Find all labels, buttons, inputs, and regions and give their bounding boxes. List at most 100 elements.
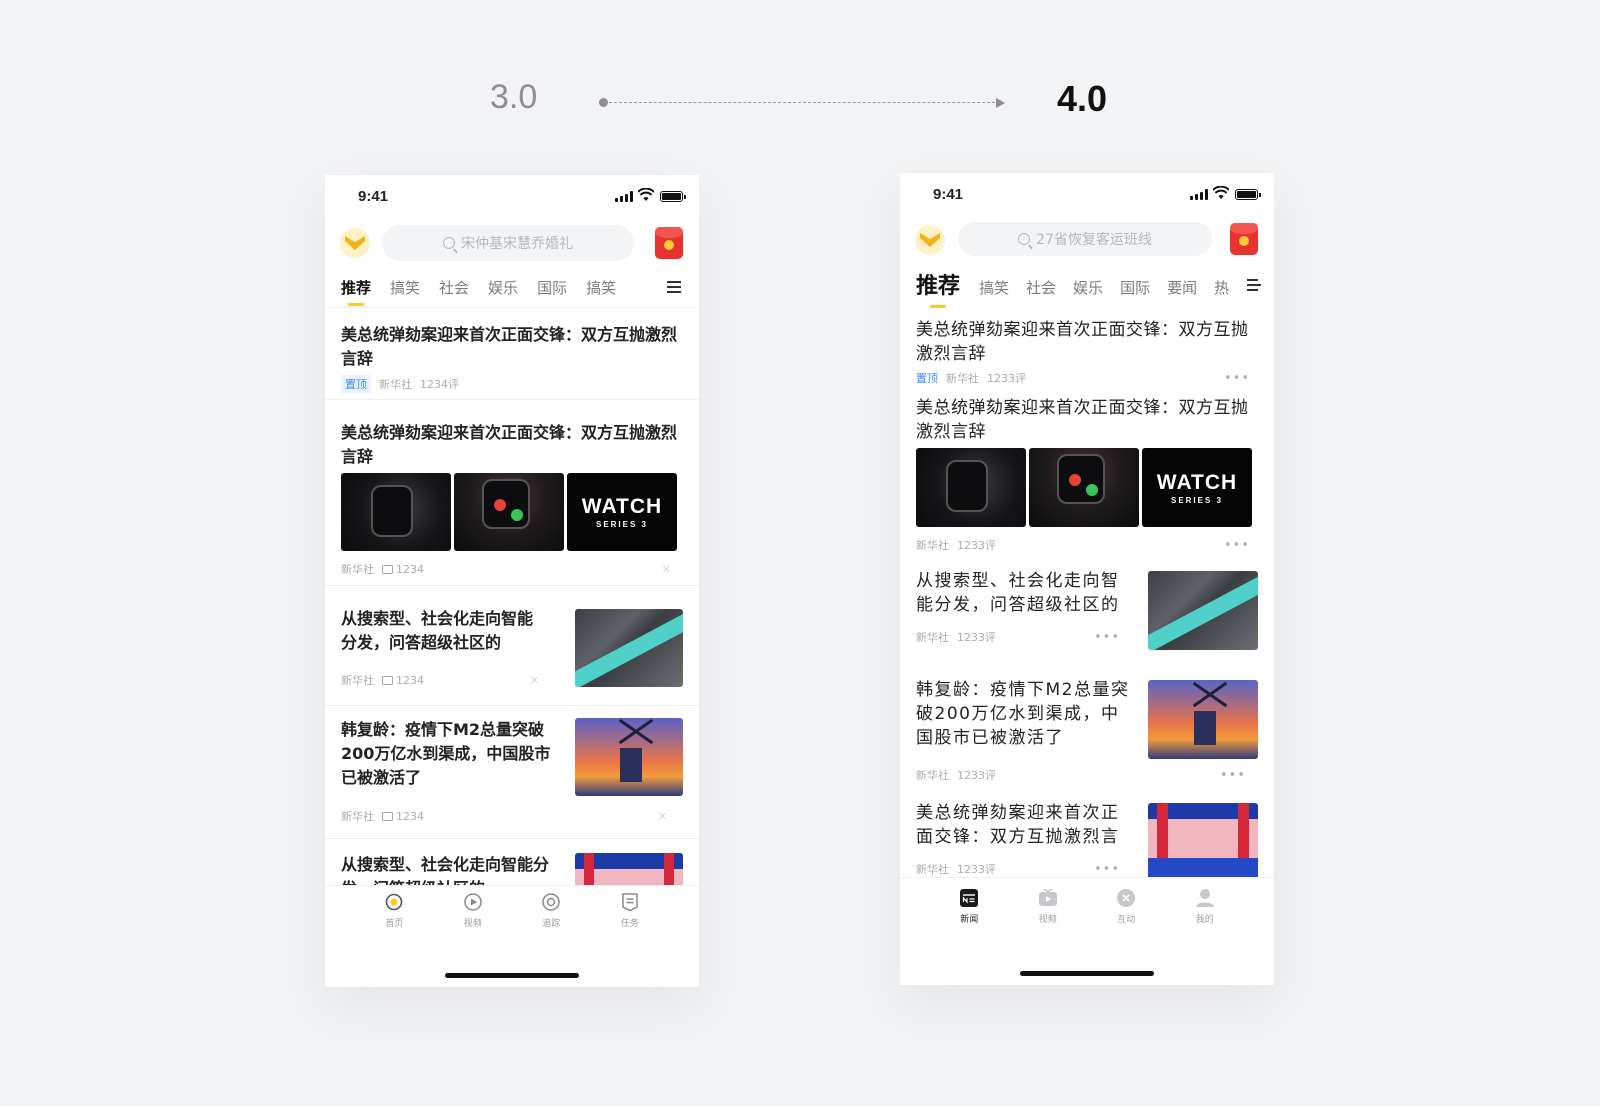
watch-image-2 bbox=[1029, 448, 1139, 527]
close-icon[interactable]: ✕ bbox=[662, 563, 671, 576]
tabbar-video[interactable]: 视频 bbox=[1038, 888, 1058, 925]
status-bar: 9:41 bbox=[900, 173, 1274, 217]
tabbar-divider bbox=[325, 885, 699, 886]
item-divider bbox=[325, 838, 699, 839]
article-title: 美总统弹劾案迎来首次正面交锋：双方互抛激烈言辞 bbox=[916, 320, 1249, 364]
tab-international[interactable]: 国际 bbox=[1120, 277, 1150, 298]
watch-image-1 bbox=[916, 448, 1026, 527]
gate-image bbox=[1148, 803, 1258, 877]
tab-recommend[interactable]: 推荐 bbox=[341, 277, 371, 298]
list-item[interactable]: 从搜索型、社会化走向智能分发，问答超级社区的 bbox=[341, 853, 683, 885]
search-placeholder: 27省恢复客运班线 bbox=[1036, 232, 1152, 248]
list-item[interactable]: 韩复龄：疫情下M2总量突破200万亿水到渠成，中国股市已被激活了 新华社 123… bbox=[916, 678, 1258, 783]
watch-brand: WATCH bbox=[581, 495, 663, 518]
search-icon bbox=[443, 237, 455, 249]
pinned-badge: 置顶 bbox=[341, 375, 371, 393]
list-item[interactable]: 从搜索型、社会化走向智能分发，问答超级社区的 新华社 1233评 ••• bbox=[916, 569, 1258, 650]
article-title: 韩复龄：疫情下M2总量突破200万亿水到渠成，中国股市已被激活了 bbox=[341, 720, 551, 787]
app-logo-icon[interactable] bbox=[915, 225, 945, 255]
watch-brand: WATCH bbox=[1156, 470, 1238, 494]
tabbar-divider bbox=[900, 877, 1274, 878]
close-icon[interactable]: ✕ bbox=[658, 810, 667, 823]
tab-funny[interactable]: 搞笑 bbox=[390, 277, 420, 298]
channel-tabs: 推荐 搞笑 社会 娱乐 国际 要闻 热 bbox=[916, 268, 1229, 300]
tab-entertainment[interactable]: 娱乐 bbox=[1073, 277, 1103, 298]
tabbar-task[interactable]: 任务 bbox=[620, 892, 640, 929]
watch-image-1 bbox=[341, 473, 451, 551]
tab-hot[interactable]: 热 bbox=[1214, 277, 1229, 298]
list-item[interactable]: 美总统弹劾案迎来首次正面交锋：双方互抛激烈言辞 WATCH SERIES 3 新… bbox=[916, 396, 1258, 553]
watch-image-3: WATCH SERIES 3 bbox=[1142, 448, 1252, 527]
tab-international[interactable]: 国际 bbox=[537, 277, 567, 298]
list-item[interactable]: 韩复龄：疫情下M2总量突破200万亿水到渠成，中国股市已被激活了 新华社 123… bbox=[341, 718, 683, 823]
more-icon[interactable]: ••• bbox=[1220, 768, 1246, 783]
article-title: 从搜索型、社会化走向智能分发，问答超级社区的 bbox=[341, 609, 534, 652]
phone-new: 9:41 27省恢复客运班线 推荐 搞笑 社会 娱乐 国际 要闻 热 美总统弹劾… bbox=[900, 173, 1274, 985]
list-item[interactable]: 从搜索型、社会化走向智能分发，问答超级社区的 新华社 1234 ✕ bbox=[341, 607, 683, 687]
tab-society[interactable]: 社会 bbox=[1026, 277, 1056, 298]
more-icon[interactable]: ••• bbox=[1094, 630, 1120, 645]
article-comments: 1233评 bbox=[957, 539, 996, 552]
article-comments: 1233评 bbox=[957, 631, 996, 644]
search-placeholder: 宋仲基宋慧乔婚礼 bbox=[461, 236, 573, 252]
red-packet-icon[interactable] bbox=[1230, 223, 1258, 255]
search-input[interactable]: 宋仲基宋慧乔婚礼 bbox=[382, 225, 634, 261]
pinned-badge: 置顶 bbox=[916, 372, 938, 385]
more-icon[interactable]: ••• bbox=[1224, 371, 1250, 386]
article-title: 美总统弹劾案迎来首次正面交锋：双方互抛激烈言辞 bbox=[341, 423, 678, 466]
watch-series: SERIES 3 bbox=[595, 520, 648, 529]
article-comments-wrap: 1234 bbox=[382, 674, 432, 687]
app-logo-icon[interactable] bbox=[340, 228, 370, 258]
article-title: 美总统弹劾案迎来首次正面交锋：双方互抛激烈言辞 bbox=[916, 398, 1249, 442]
channel-menu-icon[interactable] bbox=[667, 281, 681, 293]
list-item[interactable]: 美总统弹劾案迎来首次正面交锋：双方互抛激烈言辞 WATCH SERIES 3 新… bbox=[341, 421, 683, 577]
article-source: 新华社 bbox=[946, 372, 979, 385]
track-icon bbox=[542, 893, 560, 911]
tabbar-news-label: 新闻 bbox=[960, 915, 979, 925]
article-comments: 1233评 bbox=[987, 372, 1026, 385]
tab-funny[interactable]: 搞笑 bbox=[979, 277, 1009, 298]
article-comments-wrap: 1234 bbox=[382, 563, 432, 576]
tab-recommend[interactable]: 推荐 bbox=[916, 268, 960, 300]
profile-icon bbox=[1195, 889, 1214, 907]
tabbar-profile[interactable]: 我的 bbox=[1195, 888, 1215, 925]
interact-icon bbox=[1117, 889, 1136, 907]
tab-society[interactable]: 社会 bbox=[439, 277, 469, 298]
tabs-divider bbox=[325, 307, 699, 308]
version-old-label: 3.0 bbox=[490, 78, 538, 116]
more-icon[interactable]: ••• bbox=[1224, 538, 1250, 553]
article-source: 新华社 bbox=[341, 674, 374, 687]
article-source: 新华社 bbox=[379, 378, 412, 391]
article-source: 新华社 bbox=[916, 863, 949, 876]
tab-entertainment[interactable]: 娱乐 bbox=[488, 277, 518, 298]
home-indicator bbox=[1020, 971, 1154, 976]
list-item[interactable]: 美总统弹劾案迎来首次正面交锋：双方互抛激烈言 新华社 1233评 ••• bbox=[916, 801, 1258, 877]
tabbar-video-label: 视频 bbox=[1038, 915, 1057, 925]
close-icon[interactable]: ✕ bbox=[530, 674, 539, 687]
wifi-icon bbox=[1213, 186, 1229, 199]
article-comments: 1234 bbox=[396, 673, 424, 687]
article-source: 新华社 bbox=[916, 769, 949, 782]
list-item[interactable]: 美总统弹劾案迎来首次正面交锋：双方互抛激烈言辞 置顶 新华社 1233评 ••• bbox=[916, 318, 1258, 386]
tab-funny-2[interactable]: 搞笑 bbox=[586, 277, 616, 298]
signal-icon bbox=[1190, 189, 1208, 200]
tabbar-news[interactable]: 新闻 bbox=[959, 888, 979, 925]
tabbar-track[interactable]: 追踪 bbox=[541, 892, 561, 929]
tab-headlines[interactable]: 要闻 bbox=[1167, 277, 1197, 298]
more-icon[interactable]: ••• bbox=[1094, 862, 1120, 877]
article-comments: 1233评 bbox=[957, 769, 996, 782]
tabbar-task-label: 任务 bbox=[620, 919, 639, 929]
search-input[interactable]: 27省恢复客运班线 bbox=[958, 222, 1212, 256]
red-packet-icon[interactable] bbox=[655, 227, 683, 259]
status-time: 9:41 bbox=[358, 188, 389, 205]
list-item[interactable]: 美总统弹劾案迎来首次正面交锋：双方互抛激烈言辞 置顶 新华社 1234评 bbox=[341, 323, 683, 393]
city-image bbox=[1148, 571, 1258, 650]
article-source: 新华社 bbox=[916, 539, 949, 552]
tabbar-home[interactable]: 首页 bbox=[384, 892, 404, 929]
article-title: 美总统弹劾案迎来首次正面交锋：双方互抛激烈言 bbox=[916, 803, 1120, 847]
tabbar-interact[interactable]: 互动 bbox=[1116, 888, 1136, 925]
signal-icon bbox=[615, 191, 633, 202]
tabbar-video[interactable]: 视频 bbox=[463, 892, 483, 929]
article-title: 韩复龄：疫情下M2总量突破200万亿水到渠成，中国股市已被激活了 bbox=[916, 680, 1130, 748]
channel-menu-icon[interactable] bbox=[1247, 279, 1261, 291]
